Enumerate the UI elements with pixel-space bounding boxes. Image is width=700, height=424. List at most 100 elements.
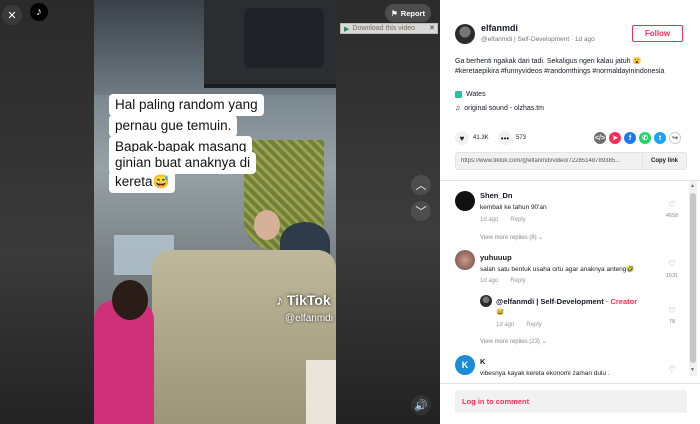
chevron-down-icon: ⌄	[541, 339, 547, 345]
watermark-username: @elfanmdi	[285, 313, 333, 324]
view-more-label: View more replies (8)	[480, 235, 537, 241]
comment-author[interactable]: yuhuuup	[480, 253, 512, 262]
comment-meta: 1d ago Reply	[480, 278, 526, 284]
link-box: https://www.tiktok.com/@elfanmdi/video/7…	[455, 152, 687, 170]
watermark-logo-text: TikTok	[286, 292, 331, 308]
comment-author[interactable]: K	[480, 357, 485, 366]
video-scene-head	[112, 280, 148, 320]
reply-author[interactable]: @elfanmdi | Self-Development · Creator	[496, 297, 637, 306]
whatsapp-icon[interactable]: ✆	[639, 132, 651, 144]
comment-text: salah satu bentuk usaha ortu agar anakny…	[480, 266, 635, 273]
divider	[440, 383, 700, 384]
author-subtitle: @elfanmdi | Self-Development · 1d ago	[481, 36, 595, 43]
location-icon	[455, 91, 462, 98]
reply-button[interactable]: Reply	[510, 217, 525, 223]
avatar[interactable]	[455, 191, 475, 211]
reply-like-count: 78	[668, 319, 676, 325]
video-player[interactable]: Hal paling random yang pernau gue temuin…	[94, 0, 336, 424]
heart-icon: ♥	[455, 131, 469, 145]
tiktok-watermark: ♪ TikTok	[276, 292, 331, 308]
share-icon[interactable]: ↪	[669, 132, 681, 144]
author-username[interactable]: elfanmdi	[481, 23, 518, 33]
report-label: Report	[400, 8, 425, 18]
sound-link[interactable]: ♫ original sound - olzhas.tm	[455, 105, 544, 112]
view-more-label: View more replies (23)	[480, 339, 540, 345]
music-note-icon: ♫	[455, 105, 461, 112]
view-more-replies[interactable]: View more replies (23) ⌄	[480, 338, 547, 345]
video-scene-baby	[254, 210, 280, 240]
location-label: Wates	[466, 91, 486, 98]
reply-text: 😅	[496, 309, 505, 316]
chevron-down-icon: ⌄	[538, 235, 544, 241]
scrollbar-thumb[interactable]	[690, 193, 696, 363]
comment-meta: 1d ago Reply	[480, 217, 526, 223]
volume-icon: 🔊	[414, 399, 428, 412]
tiktok-logo-icon: ♪	[36, 6, 42, 18]
close-icon: ✕	[7, 9, 17, 22]
video-caption-line: pernau gue temuin.	[109, 115, 238, 137]
download-label: Download this video	[352, 25, 416, 32]
comment-author[interactable]: Shen_Dn	[480, 191, 513, 200]
video-description: Ga berhenti ngakak dari tadi. Sekaligus …	[455, 58, 642, 65]
previous-video-button[interactable]: ︿	[411, 175, 431, 195]
comment-text: kembali ke tahun 90'an	[480, 204, 547, 211]
comment-count: 573	[516, 135, 527, 141]
video-panel: Hal paling random yang pernau gue temuin…	[0, 0, 440, 424]
scroll-down-arrow-icon[interactable]: ▼	[690, 367, 695, 373]
video-caption-line: kereta😅	[109, 171, 176, 193]
facebook-icon[interactable]: f	[624, 132, 636, 144]
heart-icon[interactable]: ♡	[665, 200, 679, 209]
like-count: 41.3K	[473, 135, 489, 141]
avatar[interactable]: K	[455, 355, 475, 375]
close-button[interactable]: ✕	[2, 5, 22, 25]
chevron-up-icon: ︿	[415, 180, 427, 192]
video-blur-left	[0, 0, 94, 424]
comment-text: vibesnya kayak kereta ekonomi zaman dulu…	[480, 370, 610, 377]
location-tag[interactable]: Wates	[455, 91, 486, 98]
reply-author-name: @elfanmdi | Self-Development	[496, 297, 604, 306]
video-hashtags[interactable]: #keretaepikira #funnyvideos #randomthing…	[455, 67, 687, 78]
reply-button[interactable]: Reply	[510, 278, 525, 284]
heart-icon[interactable]: ♡	[665, 365, 679, 374]
avatar[interactable]	[455, 24, 475, 44]
view-more-replies[interactable]: View more replies (8) ⌄	[480, 234, 543, 241]
close-icon[interactable]: ✕	[429, 24, 435, 32]
video-caption-line: Hal paling random yang	[109, 94, 264, 116]
follow-button[interactable]: Follow	[632, 25, 683, 42]
info-panel: elfanmdi @elfanmdi | Self-Development · …	[440, 0, 700, 424]
login-to-comment-button[interactable]: Log in to comment	[455, 390, 687, 413]
reply-button[interactable]: Reply	[526, 322, 541, 328]
video-link[interactable]: https://www.tiktok.com/@elfanmdi/video/7…	[456, 158, 636, 164]
heart-icon[interactable]: ♡	[665, 259, 679, 268]
sound-label: original sound - olzhas.tm	[464, 105, 545, 112]
flag-icon: ⚑	[391, 8, 398, 18]
download-bar[interactable]: ▶ Download this video ✕	[340, 23, 438, 34]
reply-meta: 1d ago Reply	[496, 322, 542, 328]
report-button[interactable]: ⚑ Report	[385, 4, 431, 22]
download-icon: ▶	[344, 25, 350, 33]
send-icon[interactable]: ➤	[609, 132, 621, 144]
comment-time: 1d ago	[480, 278, 499, 284]
copy-link-button[interactable]: Copy link	[641, 153, 686, 169]
twitter-icon[interactable]: t	[654, 132, 666, 144]
embed-icon[interactable]: </>	[594, 132, 606, 144]
video-scene-bag	[244, 8, 324, 68]
chevron-down-icon: ﹀	[415, 206, 427, 218]
creator-badge: · Creator	[605, 297, 638, 306]
comment-like-count: 4658	[665, 213, 679, 219]
video-scene-arm	[306, 360, 336, 424]
tiktok-logo-icon: ♪	[276, 292, 283, 308]
heart-icon[interactable]: ♡	[665, 306, 679, 315]
comment-icon: •••	[498, 131, 512, 145]
reply-time: 1d ago	[496, 322, 515, 328]
volume-button[interactable]: 🔊	[411, 395, 431, 415]
like-stat[interactable]: ♥ 41.3K	[455, 131, 489, 145]
tiktok-logo-button[interactable]: ♪	[30, 3, 48, 21]
avatar[interactable]	[480, 295, 492, 307]
next-video-button[interactable]: ﹀	[411, 201, 431, 221]
comment-stat[interactable]: ••• 573	[498, 131, 526, 145]
avatar[interactable]	[455, 250, 475, 270]
scroll-up-arrow-icon[interactable]: ▲	[690, 183, 695, 189]
comments-list[interactable]: Shen_Dn kembali ke tahun 90'an 1d ago Re…	[440, 181, 700, 379]
comment-like-count: 1531	[665, 273, 679, 279]
